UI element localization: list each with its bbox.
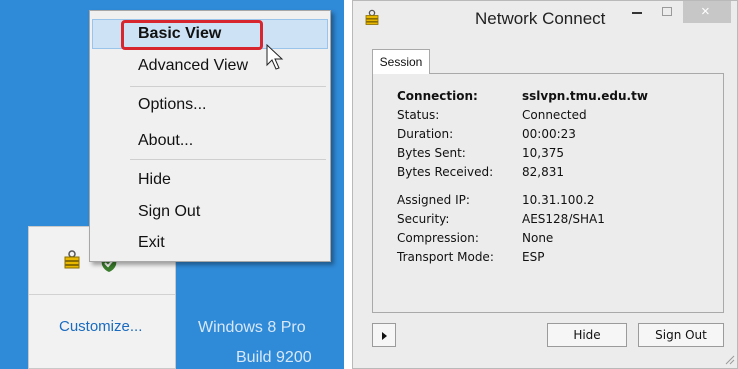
close-icon: × — [701, 3, 710, 20]
close-button[interactable]: × — [683, 1, 731, 23]
bytes-received-value: 82,831 — [522, 165, 564, 179]
menu-item-advanced-view[interactable]: Advanced View — [138, 54, 248, 78]
resize-grip-icon[interactable] — [723, 353, 735, 365]
minimize-button[interactable] — [623, 1, 651, 23]
menu-item-basic-view[interactable]: Basic View — [138, 22, 221, 46]
assigned-ip-value: 10.31.100.2 — [522, 193, 595, 207]
transport-mode-label: Transport Mode: — [397, 250, 494, 264]
customize-link[interactable]: Customize... — [59, 318, 142, 335]
expand-arrow-icon — [382, 332, 387, 340]
assigned-ip-label: Assigned IP: — [397, 193, 470, 207]
security-value: AES128/SHA1 — [522, 212, 605, 226]
tab-session[interactable]: Session — [372, 49, 430, 74]
bytes-received-label: Bytes Received: — [397, 165, 494, 179]
transport-mode-value: ESP — [522, 250, 545, 264]
duration-value: 00:00:23 — [522, 127, 576, 141]
tray-context-menu: Basic View Advanced View Options... Abou… — [89, 10, 331, 262]
bytes-sent-value: 10,375 — [522, 146, 564, 160]
menu-item-sign-out[interactable]: Sign Out — [138, 200, 200, 224]
menu-item-options[interactable]: Options... — [138, 93, 206, 117]
duration-label: Duration: — [397, 127, 454, 141]
desktop-background: Customize... Windows 8 Pro Build 9200 Ba… — [0, 0, 344, 369]
session-panel: Connection: sslvpn.tmu.edu.tw Status: Co… — [372, 73, 724, 313]
compression-value: None — [522, 231, 554, 245]
menu-item-hide[interactable]: Hide — [138, 168, 171, 192]
lock-icon — [365, 9, 379, 25]
security-label: Security: — [397, 212, 450, 226]
windows-build-watermark: Build 9200 — [236, 349, 312, 366]
connection-value: sslvpn.tmu.edu.tw — [522, 89, 648, 103]
menu-item-exit[interactable]: Exit — [138, 231, 165, 255]
bytes-sent-label: Bytes Sent: — [397, 146, 466, 160]
status-label: Status: — [397, 108, 440, 122]
sign-out-button[interactable]: Sign Out — [638, 323, 724, 347]
windows-edition-watermark: Windows 8 Pro — [198, 319, 306, 336]
window-title: Network Connect — [475, 9, 606, 28]
maximize-icon — [662, 7, 672, 16]
cursor-icon — [266, 44, 284, 70]
hide-button[interactable]: Hide — [547, 323, 627, 347]
lock-icon[interactable] — [61, 249, 83, 271]
menu-item-about[interactable]: About... — [138, 129, 193, 153]
menu-separator — [130, 159, 326, 160]
expand-button[interactable] — [372, 323, 396, 347]
connection-label: Connection: — [397, 89, 478, 103]
status-value: Connected — [522, 108, 587, 122]
compression-label: Compression: — [397, 231, 479, 245]
network-connect-window: Network Connect × Session Connection: ss… — [352, 0, 738, 369]
maximize-button[interactable] — [653, 1, 681, 23]
title-bar[interactable]: Network Connect × — [353, 1, 737, 35]
menu-separator — [130, 86, 326, 87]
minimize-icon — [632, 12, 642, 14]
